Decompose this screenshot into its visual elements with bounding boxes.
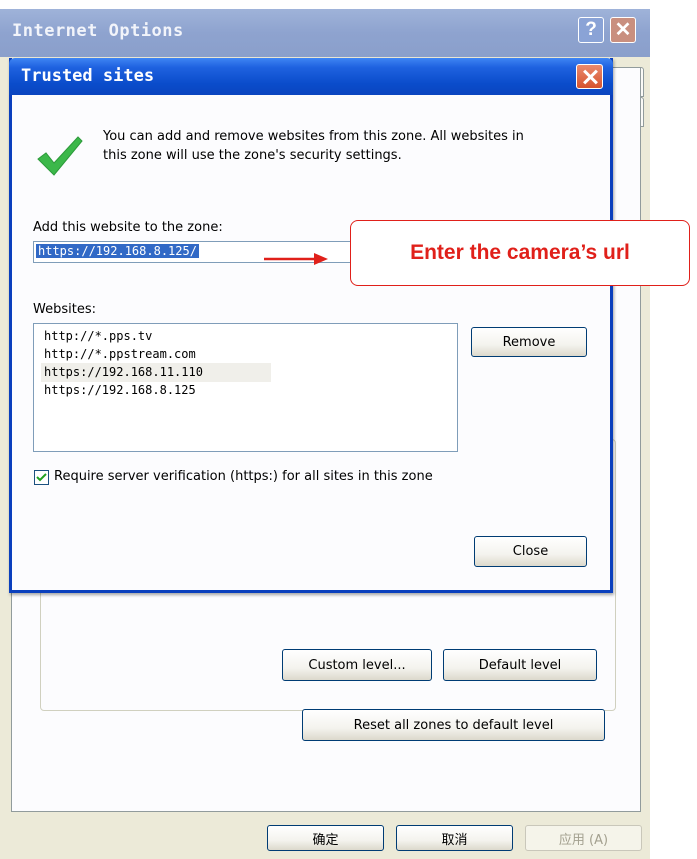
remove-button[interactable]: Remove — [471, 327, 587, 357]
websites-list[interactable]: http://*.pps.tv http://*.ppstream.com ht… — [33, 323, 458, 452]
websites-label: Websites: — [33, 302, 96, 317]
add-website-label: Add this website to the zone: — [33, 220, 223, 235]
custom-level-label: Custom level... — [308, 657, 406, 673]
custom-level-button[interactable]: Custom level... — [282, 649, 432, 681]
close-label: Close — [512, 544, 549, 559]
cancel-label: 取消 — [441, 832, 468, 848]
list-item[interactable]: https://192.168.8.125 — [41, 381, 271, 400]
apply-label: 应用 (A) — [558, 832, 609, 848]
reset-all-zones-label: Reset all zones to default level — [353, 717, 554, 733]
help-button[interactable]: ? — [578, 17, 604, 43]
annotation-arrow-icon — [264, 253, 328, 265]
checkbox-check-icon — [36, 473, 47, 482]
list-item[interactable]: http://*.pps.tv — [41, 327, 271, 346]
ok-label: 确定 — [312, 832, 339, 848]
info-text-line2: this zone will use the zone's security s… — [103, 148, 402, 163]
reset-all-zones-button[interactable]: Reset all zones to default level — [302, 709, 605, 741]
trusted-sites-title: Trusted sites — [21, 66, 155, 86]
trusted-sites-dialog: Trusted sites You can add and remove web… — [9, 58, 613, 593]
list-item[interactable]: http://*.ppstream.com — [41, 345, 271, 364]
ok-button[interactable]: 确定 — [267, 825, 384, 851]
annotation-callout: Enter the camera’s url — [350, 220, 690, 286]
require-https-checkbox[interactable] — [34, 470, 49, 485]
require-https-label: Require server verification (https:) for… — [54, 469, 433, 484]
list-item[interactable]: https://192.168.11.110 — [41, 363, 271, 382]
internet-options-title: Internet Options — [12, 21, 184, 41]
cancel-button[interactable]: 取消 — [396, 825, 513, 851]
add-website-value: https://192.168.8.125/ — [36, 244, 199, 258]
default-level-label: Default level — [478, 657, 562, 673]
default-level-button[interactable]: Default level — [443, 649, 597, 681]
remove-label: Remove — [502, 334, 556, 350]
checkmark-icon — [37, 136, 83, 176]
info-text-line1: You can add and remove websites from thi… — [103, 129, 524, 144]
dialog-close-icon[interactable] — [576, 64, 603, 89]
internet-options-titlebar[interactable]: Internet Options ? ✕ — [0, 9, 650, 57]
apply-button[interactable]: 应用 (A) — [525, 825, 642, 851]
trusted-sites-body: You can add and remove websites from thi… — [12, 95, 610, 590]
annotation-text: Enter the camera’s url — [410, 241, 630, 264]
trusted-sites-titlebar[interactable]: Trusted sites — [9, 58, 613, 95]
close-icon[interactable]: ✕ — [610, 17, 636, 43]
close-button[interactable]: Close — [474, 536, 587, 567]
